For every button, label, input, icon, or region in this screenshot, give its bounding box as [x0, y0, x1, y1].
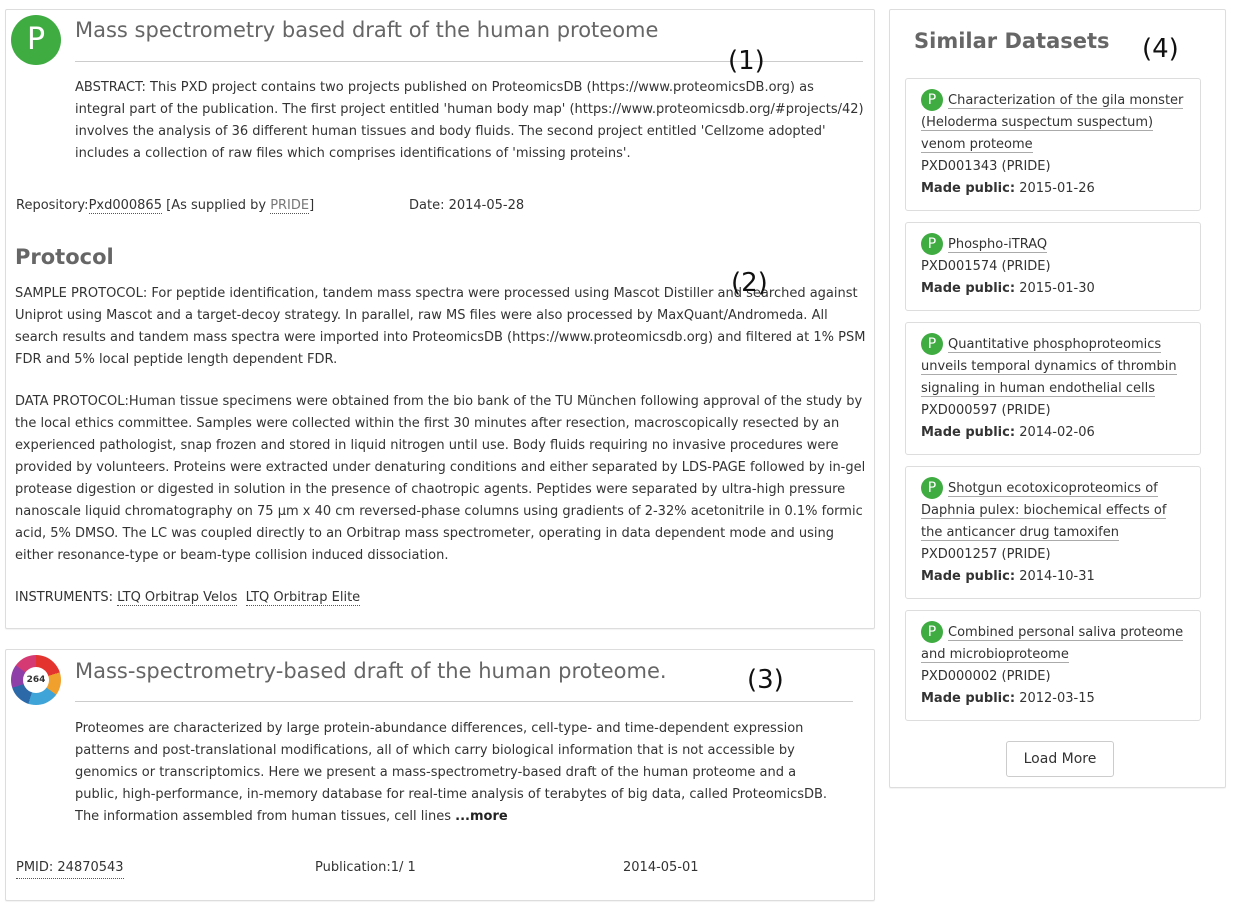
similar-dataset-link[interactable]: Shotgun ecotoxicoproteomics of Daphnia p… [921, 480, 1167, 541]
repository-label: Repository: [16, 198, 89, 213]
load-more-button[interactable]: Load More [1006, 741, 1114, 777]
similar-dataset-date: 2014-10-31 [1019, 568, 1095, 584]
similar-dataset-card: P Phospho-iTRAQ PXD001574 (PRIDE) Made pu… [905, 222, 1201, 311]
data-protocol: DATA PROTOCOL:Human tissue specimens wer… [15, 394, 866, 563]
publication-count: Publication:1/ 1 [315, 860, 416, 875]
altmetric-score: 264 [23, 667, 49, 693]
repository-line: Repository:Pxd000865 [As supplied by PRI… [16, 196, 314, 216]
altmetric-donut-icon[interactable]: 264 [11, 655, 61, 705]
made-public-label: Made public: [921, 568, 1016, 584]
made-public-label: Made public: [921, 424, 1016, 440]
publication-abstract-text: Proteomes are characterized by large pro… [75, 721, 828, 824]
similar-dataset-link[interactable]: Quantitative phosphoproteomics unveils t… [921, 336, 1177, 397]
dataset-date: Date: 2014-05-28 [409, 198, 525, 213]
similar-datasets-heading: Similar Datasets [914, 29, 1110, 53]
pride-logo-icon: P [921, 89, 943, 111]
similar-dataset-id: PXD000002 (PRIDE) [921, 668, 1051, 684]
pride-logo-icon: P [921, 233, 943, 255]
similar-dataset-card: P Characterization of the gila monster (H… [905, 78, 1201, 211]
similar-dataset-date: 2014-02-06 [1019, 424, 1095, 440]
annotation-marker-1: (1) [728, 46, 765, 76]
instrument-link-elite[interactable]: LTQ Orbitrap Elite [245, 590, 361, 606]
annotation-marker-3: (3) [747, 665, 784, 695]
made-public-label: Made public: [921, 180, 1016, 196]
dataset-title: Mass spectrometry based draft of the hum… [75, 18, 659, 42]
publication-abstract: Proteomes are characterized by large pro… [75, 718, 829, 828]
made-public-label: Made public: [921, 690, 1016, 706]
similar-dataset-date: 2015-01-26 [1019, 180, 1095, 196]
pride-logo-icon: P [921, 333, 943, 355]
made-public-label: Made public: [921, 280, 1016, 296]
dataset-abstract: ABSTRACT: This PXD project contains two … [75, 80, 864, 161]
pmid-link[interactable]: PMID: 24870543 [16, 858, 124, 879]
publication-title: Mass-spectrometry-based draft of the hum… [75, 659, 667, 683]
similar-dataset-id: PXD000597 (PRIDE) [921, 402, 1051, 418]
instruments-line: INSTRUMENTS: LTQ Orbitrap Velos LTQ Orbi… [15, 588, 361, 608]
instruments-label: INSTRUMENTS: [15, 590, 118, 605]
similar-dataset-date: 2012-03-15 [1019, 690, 1095, 706]
publication-panel: 264 Mass-spectrometry-based draft of the… [5, 649, 875, 901]
more-link[interactable]: ...more [455, 809, 508, 824]
publication-date: 2014-05-01 [623, 860, 699, 875]
dataset-panel: P Mass spectrometry based draft of the h… [5, 9, 875, 629]
instrument-link-velos[interactable]: LTQ Orbitrap Velos [117, 590, 238, 606]
repository-link[interactable]: Pxd000865 [88, 198, 162, 214]
pride-logo-icon: P [921, 621, 943, 643]
similar-dataset-link[interactable]: Phospho-iTRAQ [948, 236, 1048, 253]
similar-dataset-card: P Quantitative phosphoproteomics unveils … [905, 322, 1201, 455]
similar-dataset-id: PXD001257 (PRIDE) [921, 546, 1051, 562]
protocol-heading: Protocol [15, 245, 114, 269]
similar-datasets-panel: Similar Datasets P Characterization of th… [889, 9, 1226, 788]
similar-dataset-card: P Combined personal saliva proteome and m… [905, 610, 1201, 721]
similar-dataset-card: P Shotgun ecotoxicoproteomics of Daphnia … [905, 466, 1201, 599]
supplied-suffix: ] [309, 198, 315, 213]
annotation-marker-2: (2) [731, 268, 768, 298]
similar-dataset-id: PXD001343 (PRIDE) [921, 158, 1051, 174]
similar-dataset-id: PXD001574 (PRIDE) [921, 258, 1051, 274]
similar-dataset-link[interactable]: Combined personal saliva proteome and mi… [921, 624, 1184, 663]
annotation-marker-4: (4) [1142, 34, 1179, 64]
similar-dataset-link[interactable]: Characterization of the gila monster (He… [921, 92, 1184, 153]
pride-logo-icon: P [921, 477, 943, 499]
pride-link[interactable]: PRIDE [270, 198, 310, 214]
similar-dataset-date: 2015-01-30 [1019, 280, 1095, 296]
supplied-prefix: [As supplied by [161, 198, 271, 213]
pride-logo-icon: P [11, 15, 61, 65]
publication-divider [75, 701, 853, 702]
